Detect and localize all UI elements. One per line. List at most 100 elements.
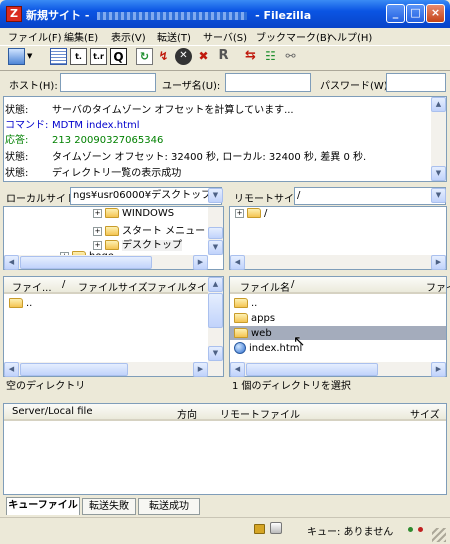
scroll-thumb[interactable]	[208, 293, 223, 328]
column-filename[interactable]: ファイル名	[240, 279, 290, 294]
log-row: 状態: タイムゾーン オフセット: 32400 秒, ローカル: 32400 秒,…	[5, 152, 367, 163]
remote-status: 1 個のディレクトリを選択	[229, 378, 450, 396]
compare-icon[interactable]: ☷	[262, 48, 279, 65]
password-label: パスワード(W):	[320, 81, 392, 92]
scroll-down-icon[interactable]: ▼	[431, 166, 446, 181]
local-path-combo[interactable]: ngs¥usr06000¥デスクトップ	[70, 187, 222, 205]
menu-view[interactable]: 表示(V)	[111, 29, 146, 44]
password-input[interactable]	[386, 73, 446, 92]
local-file-header: ファイ... / ファイルサイズ ファイルタイプ	[4, 277, 217, 294]
lock-icon	[254, 524, 265, 534]
scroll-thumb[interactable]	[20, 256, 152, 269]
tree-item-windows[interactable]: + WINDOWS	[93, 208, 174, 219]
host-label: ホスト(H):	[9, 81, 58, 92]
column-filesize[interactable]: ファイルサイズ	[78, 279, 148, 294]
log-row: 状態: サーバのタイムゾーン オフセットを計算しています...	[5, 105, 294, 116]
chevron-down-icon[interactable]: ▼	[431, 188, 446, 203]
folder-icon	[105, 226, 119, 236]
redacted-host	[97, 12, 248, 20]
scroll-thumb[interactable]	[20, 363, 128, 376]
column-server-local[interactable]: Server/Local file	[12, 406, 93, 417]
toggle-local-tree-icon[interactable]: t.	[70, 48, 87, 65]
close-button[interactable]: ×	[426, 4, 445, 23]
column-filename[interactable]: ファイ...	[12, 279, 52, 294]
speed-limit-icon[interactable]	[270, 522, 282, 534]
scroll-up-icon[interactable]: ▲	[208, 277, 223, 292]
scroll-right-icon[interactable]: ▶	[431, 255, 446, 270]
column-direction[interactable]: 方向	[177, 406, 197, 421]
scroll-left-icon[interactable]: ◀	[230, 255, 245, 270]
folder-icon	[234, 298, 248, 308]
menu-server[interactable]: サーバ(S)	[203, 29, 247, 44]
column-filetype[interactable]: ファイルタイプ	[147, 279, 217, 294]
scroll-up-icon[interactable]: ▲	[431, 97, 446, 112]
disconnect-icon[interactable]: ✖	[195, 48, 212, 65]
mouse-cursor-icon: ↖	[293, 332, 306, 350]
log-row: コマンド: MDTM index.html	[5, 120, 140, 131]
username-label: ユーザ名(U):	[162, 81, 221, 92]
column-filesize[interactable]: ファイ	[426, 279, 450, 294]
menu-help[interactable]: ヘルプ(H)	[327, 29, 372, 44]
tab-queued-files[interactable]: キューファイル	[6, 497, 80, 515]
sort-indicator: /	[62, 279, 66, 290]
chevron-down-icon[interactable]: ▼	[208, 188, 223, 203]
toggle-remote-tree-icon[interactable]: t.r	[90, 48, 107, 65]
tree-item-root[interactable]: + /	[235, 208, 267, 219]
queue-status: キュー: ありません	[307, 527, 394, 538]
scroll-thumb[interactable]	[246, 363, 378, 376]
folder-icon	[247, 208, 261, 218]
folder-icon	[105, 208, 119, 218]
column-size[interactable]: サイズ	[410, 406, 440, 421]
folder-icon	[234, 328, 248, 338]
toggle-queue-icon[interactable]: Q	[110, 48, 127, 65]
column-remote-file[interactable]: リモートファイル	[220, 406, 300, 421]
sync-browse-icon[interactable]: ⚯	[282, 48, 299, 65]
scroll-thumb[interactable]	[208, 227, 223, 239]
remote-path-combo[interactable]: /	[294, 187, 446, 205]
scroll-left-icon[interactable]: ◀	[4, 255, 19, 270]
host-input[interactable]	[60, 73, 156, 92]
menu-edit[interactable]: 編集(E)	[64, 29, 98, 44]
reconnect-icon[interactable]: R	[215, 48, 232, 65]
sort-indicator: /	[291, 279, 295, 290]
scroll-right-icon[interactable]: ▶	[193, 362, 208, 377]
maximize-button[interactable]: □	[406, 4, 425, 23]
list-item[interactable]: ..	[9, 298, 32, 309]
scroll-right-icon[interactable]: ▶	[193, 255, 208, 270]
process-queue-icon[interactable]: ↯	[155, 48, 172, 65]
tree-item-start-menu[interactable]: + スタート メニュー	[93, 222, 205, 237]
scroll-left-icon[interactable]: ◀	[230, 362, 245, 377]
queue-header: Server/Local file 方向 リモートファイル サイズ	[4, 404, 446, 421]
scroll-down-icon[interactable]: ▼	[208, 346, 223, 361]
site-manager-icon[interactable]	[8, 48, 25, 65]
filter-icon[interactable]: ⇆	[242, 48, 259, 65]
remote-tree-hscrollbar[interactable]	[230, 255, 446, 269]
log-row: 応答: 213 20090327065346	[5, 135, 164, 146]
scroll-right-icon[interactable]: ▶	[431, 362, 446, 377]
tree-item-desktop[interactable]: + デスクトップ	[93, 236, 182, 251]
cancel-icon[interactable]: ✕	[175, 48, 192, 65]
refresh-icon[interactable]: ↻	[136, 48, 153, 65]
menu-bookmarks[interactable]: ブックマーク(B)	[256, 29, 331, 44]
folder-icon	[234, 313, 248, 323]
scroll-left-icon[interactable]: ◀	[4, 362, 19, 377]
list-item[interactable]: ..	[234, 298, 257, 309]
menu-transfer[interactable]: 転送(T)	[157, 29, 191, 44]
upload-indicator-icon	[408, 527, 413, 532]
menu-file[interactable]: ファイル(F)	[8, 29, 62, 44]
username-input[interactable]	[225, 73, 311, 92]
tab-failed-transfers[interactable]: 転送失敗	[82, 498, 136, 515]
remote-file-header: ファイル名 / ファイ	[230, 277, 450, 294]
list-item[interactable]: web	[234, 328, 272, 339]
tab-successful-transfers[interactable]: 転送成功	[138, 498, 200, 515]
scroll-down-icon[interactable]: ▼	[208, 240, 223, 255]
log-row: 状態: ディレクトリ一覧の表示成功	[5, 168, 182, 179]
resize-grip[interactable]	[432, 528, 446, 542]
window-title: 新規サイト - - Filezilla	[26, 9, 312, 22]
list-item[interactable]: apps	[234, 313, 275, 324]
minimize-button[interactable]: _	[386, 4, 405, 23]
chevron-down-icon[interactable]: ▼	[27, 52, 32, 60]
toggle-log-icon[interactable]	[50, 48, 67, 65]
local-status: 空のディレクトリ	[3, 378, 227, 396]
download-indicator-icon	[418, 527, 423, 532]
